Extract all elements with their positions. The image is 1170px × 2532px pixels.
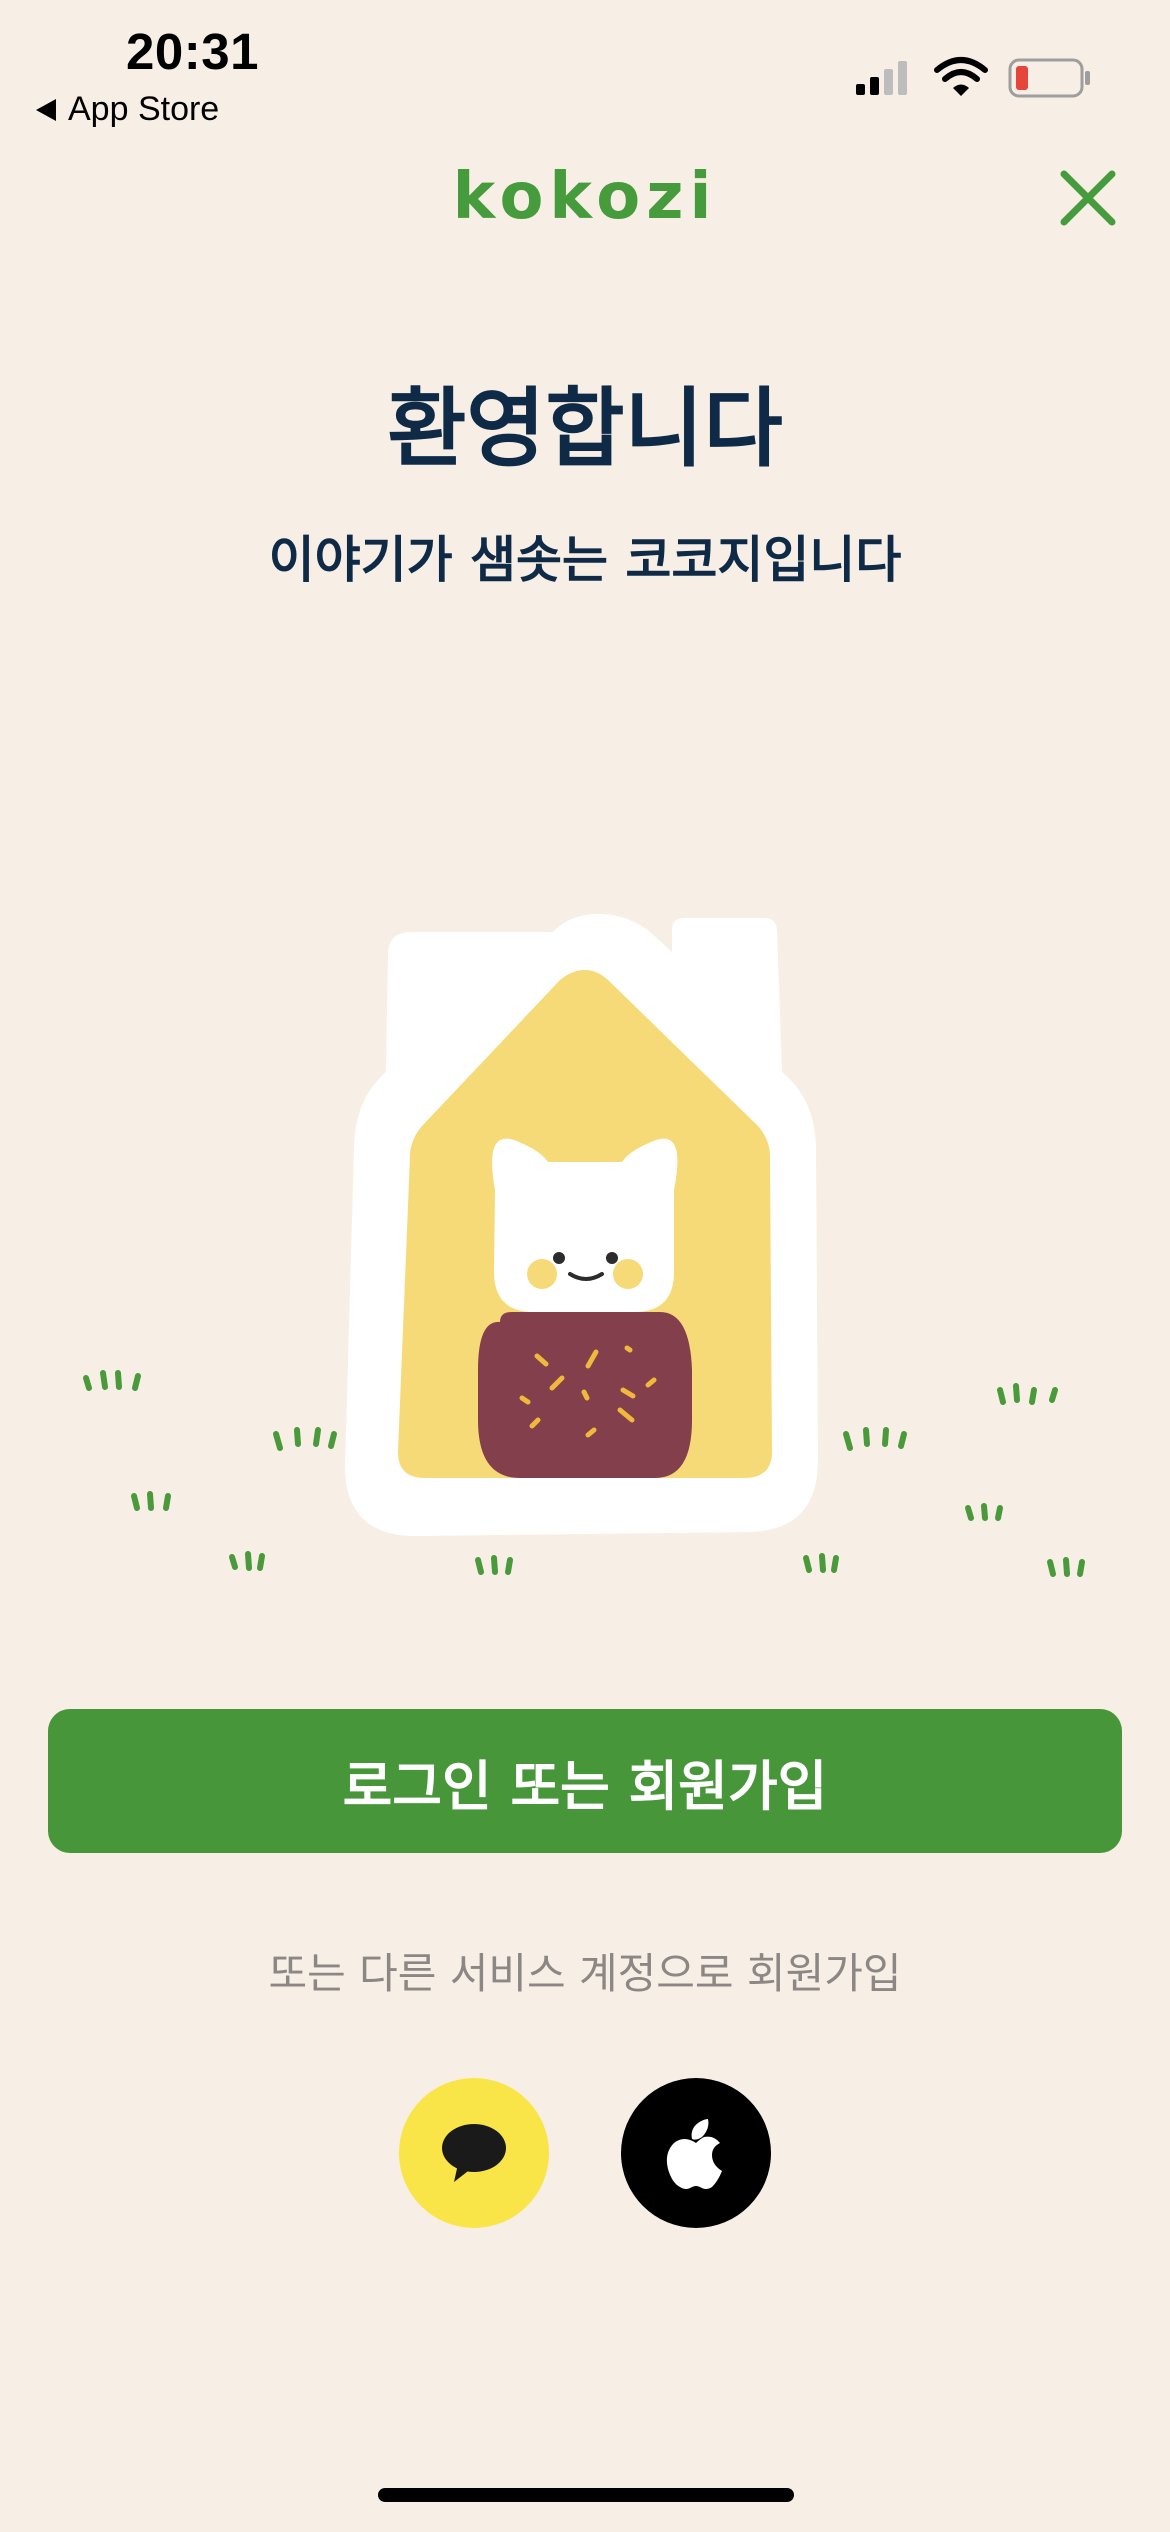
- back-label: App Store: [68, 90, 220, 128]
- apple-login-button[interactable]: [621, 2078, 771, 2228]
- back-arrow-icon: [36, 98, 56, 121]
- close-icon[interactable]: [1058, 168, 1118, 228]
- back-to-app-store[interactable]: App Store: [36, 90, 219, 129]
- kakao-login-button[interactable]: [399, 2078, 549, 2228]
- brand-logo: kokozi: [452, 160, 718, 234]
- kakao-speech-bubble-icon: [442, 2124, 506, 2182]
- alt-signup-text: 또는 다른 서비스 계정으로 회원가입: [268, 1949, 902, 1998]
- status-time: 20:31: [126, 23, 259, 80]
- welcome-subtitle: 이야기가 샘솟는 코코지입니다: [268, 531, 902, 589]
- house-mascot-illustration: [83, 914, 1085, 1577]
- welcome-title: 환영합니다: [387, 379, 783, 479]
- home-indicator: [378, 2488, 794, 2502]
- wifi-icon: [934, 57, 988, 96]
- login-signup-button[interactable]: 로그인 또는 회원가입: [48, 1709, 1122, 1853]
- cellular-signal-icon: [856, 61, 907, 95]
- battery-low-icon: [1008, 58, 1090, 98]
- apple-logo-icon: [666, 2119, 722, 2189]
